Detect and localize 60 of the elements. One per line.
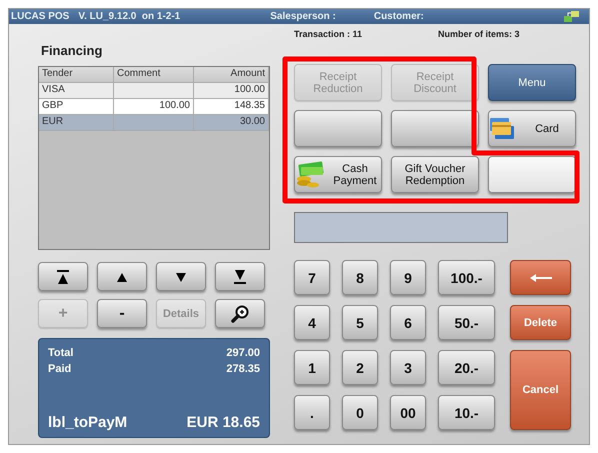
customer-label: Customer: — [374, 11, 424, 22]
column-header: Amount — [194, 67, 269, 83]
app-title: LUCAS POS — [11, 11, 70, 22]
first-button[interactable] — [38, 262, 88, 291]
keypad-button[interactable]: 9 — [390, 260, 426, 295]
keypad-button[interactable]: 4 — [294, 305, 330, 340]
table-cell[interactable]: 100.00 — [114, 99, 194, 115]
column-header: Tender — [39, 67, 114, 83]
total-label: Paid — [48, 362, 72, 377]
last-button[interactable] — [215, 262, 265, 291]
keypad-button[interactable]: 00 — [390, 395, 426, 430]
keypad-button[interactable]: 3 — [390, 350, 426, 385]
table-cell[interactable]: 30.00 — [194, 115, 269, 131]
function-button[interactable] — [488, 156, 576, 193]
up-button[interactable] — [97, 262, 147, 291]
table-cell[interactable] — [114, 115, 194, 131]
transaction-label: Transaction : 11 — [294, 29, 364, 41]
version-label: V. LU_9.12.0 on 1-2-1 — [78, 11, 180, 22]
item-count-label: Number of items: 3 — [438, 29, 520, 41]
network-icon — [563, 10, 581, 23]
keypad-button[interactable]: 10.- — [438, 395, 495, 430]
keypad-button[interactable]: 2 — [342, 350, 378, 385]
table-cell[interactable]: GBP — [39, 99, 114, 115]
credit-card-icon — [489, 116, 515, 140]
back-arrow-icon — [528, 272, 552, 282]
keypad-button[interactable]: 7 — [294, 260, 330, 295]
function-button[interactable]: Cash Payment — [294, 156, 382, 193]
table-cell[interactable]: VISA — [39, 83, 114, 99]
keypad-button[interactable]: 50.- — [438, 305, 495, 340]
cash-icon — [295, 160, 325, 188]
keypad-button[interactable]: . — [294, 395, 330, 430]
column-header: Comment — [114, 67, 194, 83]
nav-button[interactable]: - — [97, 299, 147, 328]
total-value: 297.00 — [226, 346, 260, 361]
due-amount: EUR 18.65 — [186, 414, 260, 431]
salesperson-label: Salesperson : — [270, 11, 336, 22]
zoom-icon — [230, 304, 250, 324]
total-value: 278.35 — [226, 362, 260, 377]
keypad-button[interactable]: 5 — [342, 305, 378, 340]
backspace-button[interactable] — [510, 260, 571, 295]
keypad-button[interactable]: 0 — [342, 395, 378, 430]
down-button[interactable] — [156, 262, 206, 291]
function-button[interactable] — [391, 110, 479, 147]
function-button[interactable]: Gift Voucher Redemption — [391, 156, 479, 193]
table-cell[interactable] — [114, 83, 194, 99]
total-label: Total — [48, 346, 74, 361]
table-cell[interactable]: 148.35 — [194, 99, 269, 115]
table-cell[interactable]: 100.00 — [194, 83, 269, 99]
keypad-button[interactable]: 8 — [342, 260, 378, 295]
due-label: lbl_toPayM — [48, 414, 128, 431]
keypad-button[interactable]: 1 — [294, 350, 330, 385]
zoom-button[interactable] — [215, 299, 265, 328]
keypad-button[interactable]: 100.- — [438, 260, 495, 295]
table-cell[interactable]: EUR — [39, 115, 114, 131]
function-button[interactable]: Menu — [488, 64, 576, 101]
keypad-button[interactable]: 6 — [390, 305, 426, 340]
function-button[interactable] — [294, 110, 382, 147]
function-button[interactable]: Card — [488, 110, 576, 147]
keypad-button[interactable]: 20.- — [438, 350, 495, 385]
section-title: Financing — [41, 43, 104, 58]
